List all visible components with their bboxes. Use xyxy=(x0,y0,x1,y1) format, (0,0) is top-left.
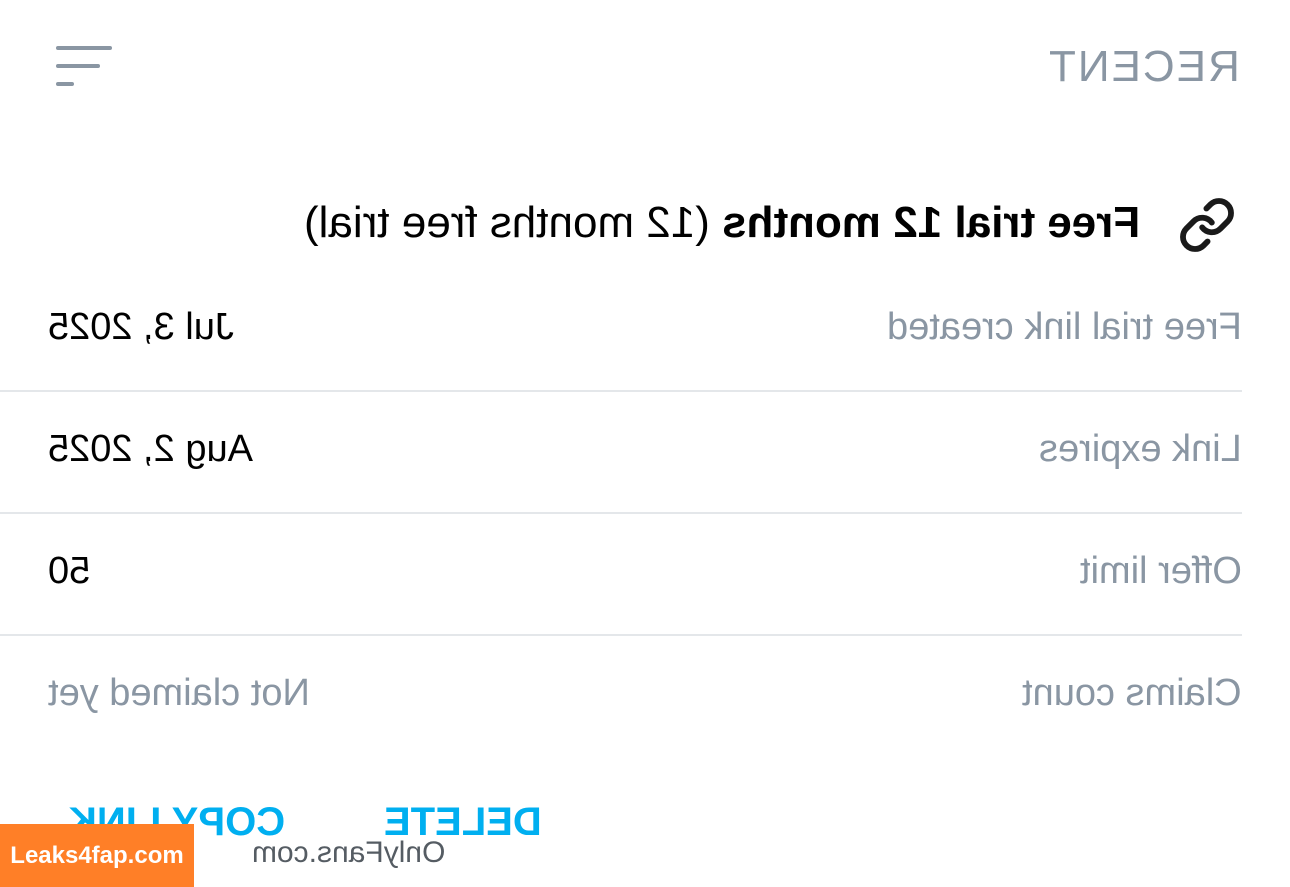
detail-label: Claims count xyxy=(1022,672,1242,714)
detail-row-expires: Link expires Aug 2, 2025 xyxy=(0,392,1242,514)
detail-value: Not claimed yet xyxy=(48,672,310,714)
detail-label: Offer limit xyxy=(1080,550,1242,592)
detail-value: Jul 3, 2025 xyxy=(48,306,234,348)
link-icon xyxy=(1178,196,1236,254)
detail-row-created: Free trial link created Jul 3, 2025 xyxy=(0,270,1242,392)
page-title: RECENT xyxy=(1047,42,1240,91)
detail-value: 50 xyxy=(48,550,91,592)
watermark-badge: Leaks4fap.com xyxy=(0,824,194,887)
trial-link-description: (12 months free trial) xyxy=(303,198,722,247)
detail-value: Aug 2, 2025 xyxy=(48,428,253,470)
trial-link-title: Free trial 12 months (12 months free tri… xyxy=(304,198,1140,248)
detail-row-offer-limit: Offer limit 50 xyxy=(0,514,1242,636)
detail-label: Link expires xyxy=(1039,428,1242,470)
detail-label: Free trial link created xyxy=(887,306,1242,348)
link-details: Free trial link created Jul 3, 2025 Link… xyxy=(0,270,1242,756)
detail-row-claims: Claims count Not claimed yet xyxy=(0,636,1242,756)
sort-icon[interactable] xyxy=(56,44,112,90)
watermark-site: OnlyFans.com xyxy=(252,836,446,869)
trial-link-name: Free trial 12 months xyxy=(721,198,1140,247)
